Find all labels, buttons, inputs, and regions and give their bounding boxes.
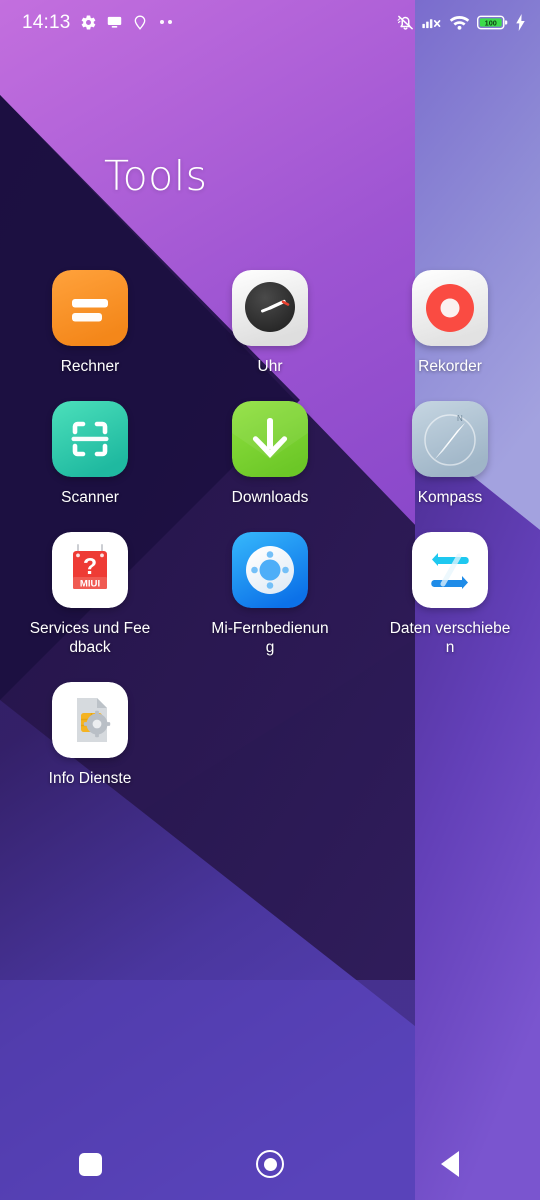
gear-icon [80, 14, 97, 31]
recents-button[interactable] [0, 1128, 180, 1200]
download-icon[interactable] [232, 401, 308, 477]
back-triangle-icon [441, 1151, 459, 1177]
app-label: Info Dienste [48, 770, 132, 787]
app-label: Mi-Fernbedienung [211, 620, 329, 656]
status-bar[interactable]: 14:13 100 [0, 0, 540, 44]
app-item-uhr[interactable]: Uhr [180, 270, 360, 376]
app-label: Downloads [231, 489, 309, 506]
cast-screen-icon [106, 14, 123, 31]
app-label: Daten verschieben [389, 620, 511, 656]
miui-help-icon[interactable]: ? MIUI [52, 532, 128, 608]
compass-north-label: N [457, 414, 463, 423]
clock-icon[interactable] [232, 270, 308, 346]
mute-bell-icon [396, 13, 415, 32]
status-bar-clock: 14:13 [22, 11, 71, 33]
app-item-infodienste[interactable]: Info Dienste [0, 682, 180, 788]
recorder-icon[interactable] [412, 270, 488, 346]
mi-mover-icon[interactable] [412, 532, 488, 608]
back-button[interactable] [360, 1128, 540, 1200]
app-label: Rechner [60, 358, 120, 375]
app-item-fernbedienung[interactable]: Mi-Fernbedienung [180, 532, 360, 657]
folder-title: Tools [104, 152, 208, 200]
sim-settings-icon[interactable] [52, 682, 128, 758]
status-bar-left: 14:13 [22, 13, 172, 32]
phone-screen: 14:13 100 Tools Rechner Uhr Rekorder Sca… [0, 0, 540, 1200]
miui-wordmark: MIUI [80, 578, 101, 589]
app-label: Scanner [61, 489, 119, 506]
scanner-icon[interactable] [52, 401, 128, 477]
app-item-kompass[interactable]: N Kompass [360, 401, 540, 507]
remote-icon[interactable] [232, 532, 308, 608]
battery-level-text: 100 [485, 18, 497, 27]
battery-icon: 100 [477, 14, 508, 31]
app-grid: Rechner Uhr Rekorder Scanner Downloads N… [0, 270, 540, 788]
signal-no-sim-icon [422, 13, 442, 31]
app-item-rekorder[interactable]: Rekorder [360, 270, 540, 376]
navigation-bar [0, 1128, 540, 1200]
location-pin-icon [132, 14, 148, 31]
recents-square-icon [78, 1152, 102, 1176]
wifi-icon [449, 13, 470, 31]
app-label: Kompass [417, 489, 483, 506]
charging-bolt-icon [515, 13, 526, 31]
more-dots-icon [159, 20, 172, 24]
app-label: Services und Feedback [29, 620, 151, 656]
status-bar-right: 100 [396, 13, 526, 32]
app-item-services[interactable]: ? MIUI Services und Feedback [0, 532, 180, 657]
compass-icon[interactable]: N [412, 401, 488, 477]
app-label: Rekorder [418, 358, 482, 375]
app-item-downloads[interactable]: Downloads [180, 401, 360, 507]
app-label: Uhr [257, 358, 283, 375]
app-item-scanner[interactable]: Scanner [0, 401, 180, 507]
app-item-mover[interactable]: Daten verschieben [360, 532, 540, 657]
calculator-icon[interactable] [52, 270, 128, 346]
app-item-rechner[interactable]: Rechner [0, 270, 180, 376]
question-mark-glyph: ? [83, 553, 97, 579]
home-button[interactable] [180, 1128, 360, 1200]
home-circle-icon [256, 1150, 284, 1178]
